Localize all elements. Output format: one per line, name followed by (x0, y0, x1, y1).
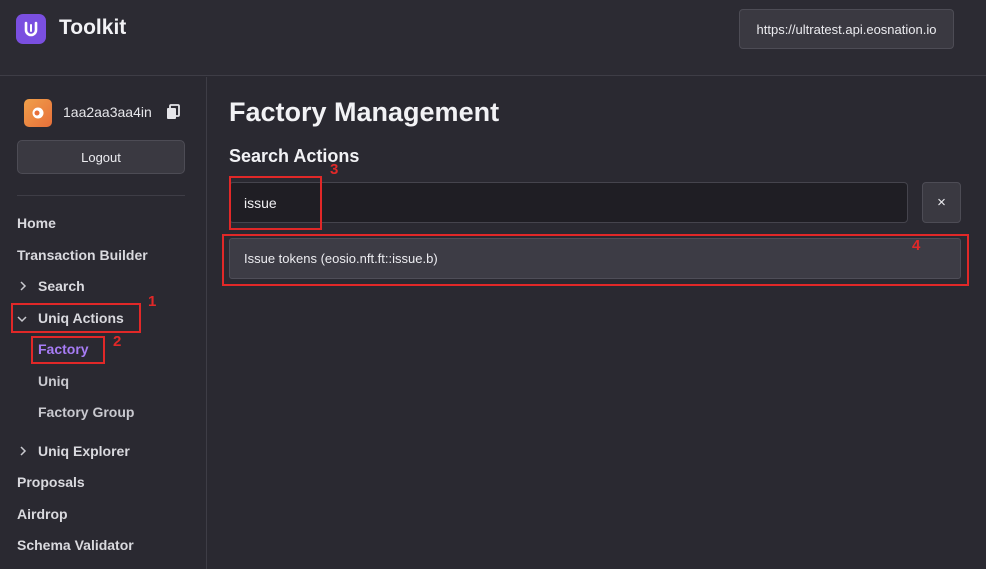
avatar (24, 99, 52, 127)
annotation-box-2 (31, 336, 105, 364)
annotation-number-3: 3 (330, 161, 339, 178)
endpoint-selector[interactable]: https://ultratest.api.eosnation.io (739, 9, 954, 49)
sidebar-item-uniq-explorer[interactable]: Uniq Explorer (38, 443, 130, 459)
search-input[interactable]: issue (229, 182, 908, 223)
section-title: Search Actions (229, 146, 360, 166)
annotation-box-3 (229, 176, 322, 230)
sidebar-item-home[interactable]: Home (17, 215, 56, 231)
account-name: 1aa2aa3aa4in (63, 104, 152, 120)
app-logo-icon[interactable] (16, 14, 46, 44)
annotation-box-1 (11, 303, 141, 333)
sidebar-item-airdrop[interactable]: Airdrop (17, 506, 68, 522)
annotation-number-2: 2 (113, 333, 122, 350)
sidebar-item-transaction-builder[interactable]: Transaction Builder (17, 247, 148, 263)
annotation-number-4: 4 (912, 237, 921, 254)
clear-search-button[interactable]: × (922, 182, 961, 223)
copy-icon[interactable] (166, 104, 180, 120)
sidebar-item-uniq[interactable]: Uniq (38, 373, 69, 389)
page-title: Factory Management (229, 97, 500, 127)
sidebar-divider (17, 195, 185, 196)
chevron-right-icon[interactable] (18, 446, 28, 456)
annotation-box-4 (222, 234, 969, 286)
sidebar-item-factory-group[interactable]: Factory Group (38, 404, 134, 420)
chevron-right-icon[interactable] (18, 281, 28, 291)
sidebar-item-search[interactable]: Search (38, 278, 85, 294)
top-bar: Toolkit https://ultratest.api.eosnation.… (0, 0, 986, 76)
sidebar-item-schema-validator[interactable]: Schema Validator (17, 537, 134, 553)
logout-button[interactable]: Logout (17, 140, 185, 174)
annotation-number-1: 1 (148, 293, 157, 310)
sidebar-item-proposals[interactable]: Proposals (17, 474, 85, 490)
app-title: Toolkit (59, 16, 127, 39)
